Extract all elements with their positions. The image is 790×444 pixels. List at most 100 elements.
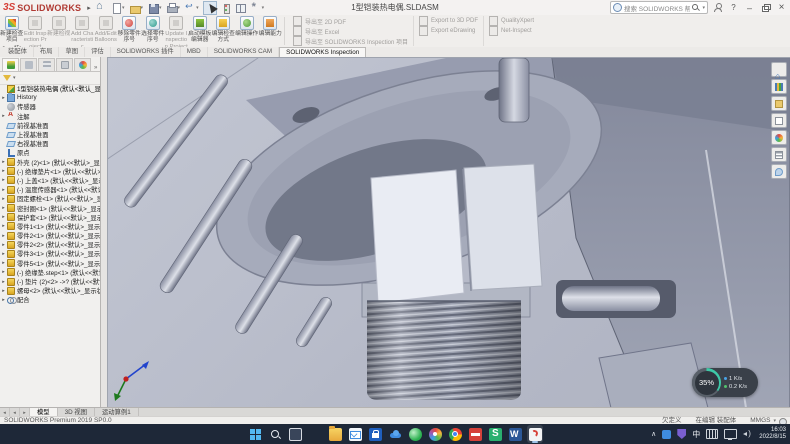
tray-overflow-icon[interactable]: [651, 430, 656, 438]
expand-arrow-icon[interactable]: [0, 242, 7, 248]
expand-arrow-icon[interactable]: [0, 177, 7, 183]
expand-arrow-icon[interactable]: [0, 260, 7, 266]
menu-expand-icon[interactable]: [87, 4, 91, 12]
dropdown-icon[interactable]: [141, 5, 144, 11]
onedrive-taskbar-button[interactable]: [387, 425, 403, 443]
ribbon-button[interactable]: Update Inspection Project: [165, 15, 189, 46]
expand-arrow-icon[interactable]: [0, 95, 7, 101]
dropdown-icon[interactable]: [178, 5, 181, 11]
task-pane-custom-properties-button[interactable]: [771, 147, 787, 162]
task-pane-file-explorer-button[interactable]: [771, 96, 787, 111]
display-panes-button[interactable]: [235, 2, 247, 14]
ribbon-button[interactable]: Add/Edit Balloons: [94, 15, 118, 46]
expand-arrow-icon[interactable]: [0, 288, 7, 294]
tree-item[interactable]: (-) 绝缘垫.step<1> (默认<<默认>: [0, 268, 100, 277]
tree-item[interactable]: 零件2<2> (默认<<默认>_显示状: [0, 240, 100, 249]
task-pane-view-palette-button[interactable]: [771, 113, 787, 128]
task-pane-forum-button[interactable]: [771, 164, 787, 179]
undo-button[interactable]: [184, 2, 200, 14]
expand-arrow-icon[interactable]: [0, 168, 7, 174]
expand-arrow-icon[interactable]: [0, 223, 7, 229]
security-shield-icon[interactable]: [677, 429, 686, 439]
new-doc-button[interactable]: [110, 2, 126, 14]
solidworks-taskbar-button[interactable]: [527, 425, 543, 443]
export-item[interactable]: 导出至 2D PDF: [293, 16, 408, 26]
dropdown-icon[interactable]: [122, 5, 125, 11]
rebuild-button[interactable]: [220, 2, 232, 14]
tree-item[interactable]: 螺母<2> (默认<<默认>_显示状态: [0, 286, 100, 295]
speaker-icon[interactable]: [743, 430, 753, 439]
expand-arrow-icon[interactable]: [0, 113, 7, 119]
mail-taskbar-button[interactable]: [347, 425, 363, 443]
save-button[interactable]: [147, 2, 163, 14]
chrome-taskbar-button[interactable]: [447, 425, 463, 443]
tree-item[interactable]: 原点: [0, 148, 100, 157]
search-dropdown-icon[interactable]: [702, 5, 705, 11]
tree-item[interactable]: (-) 垫片 (2)<2> ->? (默认<<默认>: [0, 277, 100, 286]
wps-taskbar-button[interactable]: [487, 425, 503, 443]
panel-splitter[interactable]: [100, 57, 108, 407]
tray-app-icon[interactable]: [662, 430, 671, 439]
close-button[interactable]: [775, 2, 788, 14]
tree-item[interactable]: 零件5<1> (默认<<默认>_显示状: [0, 259, 100, 268]
microsoft-store-taskbar-button[interactable]: [367, 425, 383, 443]
tree-item[interactable]: 注解: [0, 112, 100, 121]
expand-arrow-icon[interactable]: [0, 251, 7, 257]
ribbon-button[interactable]: 选择零件序号: [141, 15, 165, 46]
dropdown-icon[interactable]: [262, 5, 265, 11]
expand-arrow-icon[interactable]: [0, 269, 7, 275]
help-button[interactable]: ?: [727, 2, 740, 14]
edge-browser-taskbar-button[interactable]: [307, 425, 323, 443]
panel-tabs-overflow-icon[interactable]: [94, 65, 97, 71]
options-gear-button[interactable]: [250, 2, 266, 14]
export-item[interactable]: Export eDrawing: [419, 26, 478, 36]
tree-item[interactable]: 右视基准面: [0, 139, 100, 148]
expand-arrow-icon[interactable]: [0, 205, 7, 211]
tab-dimxpertmanager[interactable]: [56, 58, 73, 71]
expand-arrow-icon[interactable]: [0, 159, 7, 165]
red-app-taskbar-button[interactable]: [467, 425, 483, 443]
tree-item[interactable]: 零件2<1> (默认<<默认>_显示状: [0, 231, 100, 240]
tree-item[interactable]: 零件1<1> (默认<<默认>_显示状态: [0, 222, 100, 231]
tab-mbd[interactable]: MBD: [181, 47, 208, 57]
ribbon-button[interactable]: 编辑能力: [259, 15, 283, 46]
select-cursor-button[interactable]: [203, 1, 217, 15]
filter-funnel-icon[interactable]: [3, 75, 11, 81]
export-item[interactable]: QualityXpert: [489, 16, 534, 26]
ribbon-button[interactable]: 编辑操作: [235, 15, 259, 46]
expand-arrow-icon[interactable]: [0, 297, 7, 303]
tab-configurationmanager[interactable]: [38, 58, 55, 71]
login-button[interactable]: [711, 2, 724, 14]
tree-item[interactable]: 上视基准面: [0, 130, 100, 139]
tree-item[interactable]: (-) 温度传感器<1> (默认<<默认>_: [0, 185, 100, 194]
solidworks-menu[interactable]: 3S SOLIDWORKS: [3, 1, 91, 14]
expand-arrow-icon[interactable]: [0, 214, 7, 220]
tree-item[interactable]: 保护套<1> (默认<<默认>_显示状: [0, 213, 100, 222]
clock[interactable]: 16:03 2022/8/15: [759, 427, 786, 441]
home-button[interactable]: [95, 2, 107, 14]
export-item[interactable]: 导出至 SOLIDWORKS Inspection 项目: [293, 36, 408, 46]
monitor-icon[interactable]: [724, 429, 737, 439]
tab-布局[interactable]: 布局: [34, 47, 60, 57]
tab-propertymanager[interactable]: [20, 58, 37, 71]
dropdown-icon[interactable]: [196, 5, 199, 11]
tab-solidworks-cam[interactable]: SOLIDWORKS CAM: [208, 47, 279, 57]
tree-item[interactable]: History: [0, 93, 100, 102]
ribbon-button[interactable]: 新建检视: [47, 15, 71, 46]
ribbon-button[interactable]: 启动模板编辑器: [188, 15, 212, 46]
expand-arrow-icon[interactable]: [0, 187, 7, 193]
tree-item[interactable]: 传感器: [0, 102, 100, 111]
tab-草图[interactable]: 草图: [59, 47, 85, 57]
tab-评估[interactable]: 评估: [85, 47, 111, 57]
open-button[interactable]: [129, 2, 145, 14]
task-pane-design-library-button[interactable]: [771, 79, 787, 94]
task-pane-appearances-button[interactable]: [771, 130, 787, 145]
tab-solidworks-inspection[interactable]: SOLIDWORKS Inspection: [279, 47, 366, 57]
tree-item[interactable]: 配合: [0, 295, 100, 304]
minimize-button[interactable]: [743, 2, 756, 14]
start-taskbar-button[interactable]: [247, 425, 263, 443]
ribbon-button[interactable]: Edit Inspection Project: [24, 15, 48, 46]
search-box[interactable]: 搜索 SOLIDWORKS 帮助: [610, 1, 708, 14]
browser-pinwheel-taskbar-button[interactable]: [427, 425, 443, 443]
task-view-taskbar-button[interactable]: [287, 425, 303, 443]
